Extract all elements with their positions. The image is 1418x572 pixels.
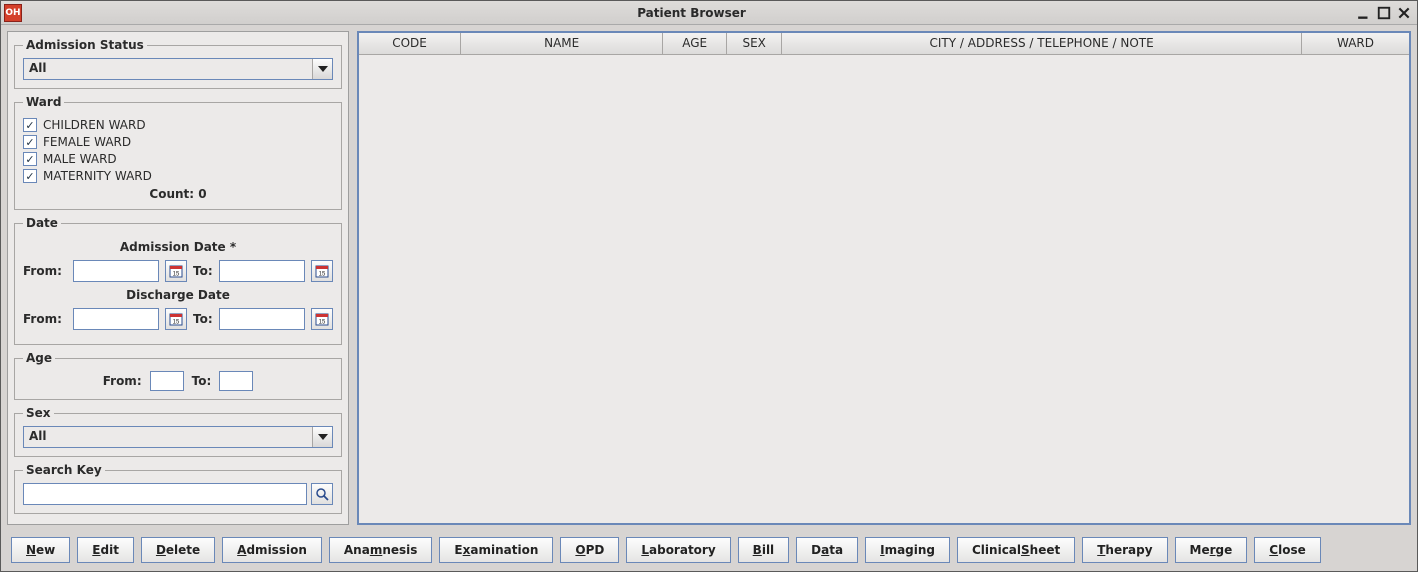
new-button[interactable]: New [11, 537, 70, 563]
close-icon[interactable] [1397, 6, 1411, 20]
ward-checkbox-label: MALE WARD [43, 152, 117, 166]
ward-checkbox-row: ✓ MALE WARD [23, 152, 333, 166]
data-button[interactable]: Data [796, 537, 858, 563]
admission-date-row: From: 15 To: 15 [23, 260, 333, 282]
ward-checkbox-row: ✓ CHILDREN WARD [23, 118, 333, 132]
calendar-icon[interactable]: 15 [165, 260, 187, 282]
ward-group: Ward ✓ CHILDREN WARD ✓ FEMALE WARD ✓ MALE WAR… [14, 95, 342, 210]
filter-panel: Admission Status All Ward ✓ CHILDREN WARD… [7, 31, 349, 525]
date-legend: Date [23, 216, 61, 230]
title-bar: OH Patient Browser [1, 1, 1417, 25]
discharge-date-label: Discharge Date [23, 288, 333, 302]
search-icon[interactable] [311, 483, 333, 505]
discharge-date-row: From: 15 To: 15 [23, 308, 333, 330]
ward-checkbox[interactable]: ✓ [23, 135, 37, 149]
sex-value: All [24, 427, 312, 447]
window-body: Admission Status All Ward ✓ CHILDREN WARD… [1, 25, 1417, 531]
age-from-input[interactable] [150, 371, 184, 391]
laboratory-button[interactable]: Laboratory [626, 537, 730, 563]
ward-checkbox[interactable]: ✓ [23, 118, 37, 132]
age-legend: Age [23, 351, 55, 365]
edit-button[interactable]: Edit [77, 537, 134, 563]
examination-button[interactable]: Examination [439, 537, 553, 563]
window-controls [1357, 6, 1417, 20]
age-to-input[interactable] [219, 371, 253, 391]
maximize-icon[interactable] [1377, 6, 1391, 20]
discharge-to-input[interactable] [219, 308, 305, 330]
admission-to-label: To: [193, 264, 213, 278]
admission-to-input[interactable] [219, 260, 305, 282]
anamnesis-button[interactable]: Anamnesis [329, 537, 433, 563]
table-body [359, 55, 1409, 523]
sex-combo[interactable]: All [23, 426, 333, 448]
clinical-sheet-button[interactable]: Clinical Sheet [957, 537, 1075, 563]
main-area: CODENAMEAGESEXCITY / ADDRESS / TELEPHONE… [357, 31, 1411, 525]
window-title: Patient Browser [26, 6, 1357, 20]
sex-group: Sex All [14, 406, 342, 457]
ward-checkbox-label: FEMALE WARD [43, 135, 131, 149]
sex-legend: Sex [23, 406, 54, 420]
admission-button[interactable]: Admission [222, 537, 322, 563]
bill-button[interactable]: Bill [738, 537, 790, 563]
table-column-header[interactable]: WARD [1302, 33, 1409, 55]
button-bar: New Edit Delete Admission Anamnesis Exam… [1, 531, 1417, 571]
therapy-button[interactable]: Therapy [1082, 537, 1167, 563]
chevron-down-icon[interactable] [312, 59, 332, 79]
svg-text:15: 15 [318, 272, 325, 278]
discharge-from-label: From: [23, 312, 67, 326]
app-icon: OH [4, 4, 22, 22]
opd-button[interactable]: OPD [560, 537, 619, 563]
search-key-legend: Search Key [23, 463, 105, 477]
table-column-header[interactable]: SEX [727, 33, 782, 55]
window-root: OH Patient Browser Admission Status All [0, 0, 1418, 572]
calendar-icon[interactable]: 15 [165, 308, 187, 330]
chevron-down-icon[interactable] [312, 427, 332, 447]
admission-from-input[interactable] [73, 260, 159, 282]
admission-status-group: Admission Status All [14, 38, 342, 89]
minimize-icon[interactable] [1357, 6, 1371, 20]
age-from-label: From: [103, 374, 142, 388]
admission-status-combo[interactable]: All [23, 58, 333, 80]
table-column-header[interactable]: NAME [461, 33, 663, 55]
search-key-group: Search Key [14, 463, 342, 514]
table-column-header[interactable]: CODE [359, 33, 461, 55]
admission-date-label: Admission Date * [23, 240, 333, 254]
ward-count-label: Count: 0 [23, 187, 333, 201]
calendar-icon[interactable]: 15 [311, 308, 333, 330]
search-key-input[interactable] [23, 483, 307, 505]
table-column-header[interactable]: CITY / ADDRESS / TELEPHONE / NOTE [782, 33, 1302, 55]
ward-checkbox[interactable]: ✓ [23, 169, 37, 183]
svg-text:15: 15 [173, 272, 180, 278]
ward-checkbox-row: ✓ FEMALE WARD [23, 135, 333, 149]
merge-button[interactable]: Merge [1175, 537, 1248, 563]
delete-button[interactable]: Delete [141, 537, 215, 563]
discharge-to-label: To: [193, 312, 213, 326]
date-group: Date Admission Date * From: 15 To: 15 Di… [14, 216, 342, 345]
ward-checkbox-label: MATERNITY WARD [43, 169, 152, 183]
admission-status-legend: Admission Status [23, 38, 147, 52]
age-to-label: To: [192, 374, 212, 388]
svg-text:15: 15 [318, 320, 325, 326]
svg-text:15: 15 [173, 320, 180, 326]
results-table: CODENAMEAGESEXCITY / ADDRESS / TELEPHONE… [357, 31, 1411, 525]
imaging-button[interactable]: Imaging [865, 537, 950, 563]
age-group: Age From: To: [14, 351, 342, 400]
ward-checkbox[interactable]: ✓ [23, 152, 37, 166]
discharge-from-input[interactable] [73, 308, 159, 330]
ward-legend: Ward [23, 95, 64, 109]
admission-from-label: From: [23, 264, 67, 278]
admission-status-value: All [24, 59, 312, 79]
calendar-icon[interactable]: 15 [311, 260, 333, 282]
ward-checkbox-row: ✓ MATERNITY WARD [23, 169, 333, 183]
ward-checkbox-label: CHILDREN WARD [43, 118, 146, 132]
table-column-header[interactable]: AGE [663, 33, 727, 55]
table-header: CODENAMEAGESEXCITY / ADDRESS / TELEPHONE… [359, 33, 1409, 55]
close-button[interactable]: Close [1254, 537, 1320, 563]
